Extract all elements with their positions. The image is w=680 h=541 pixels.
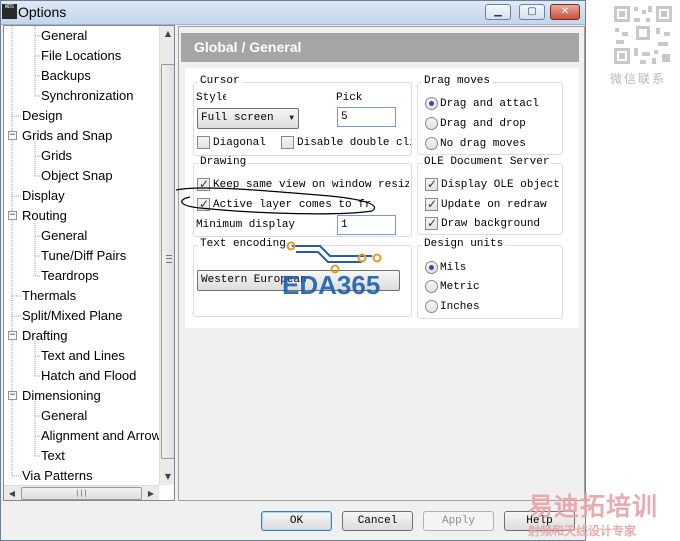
hand-drawn-underline [175,187,376,215]
qr-caption: 微信联系 [610,72,667,86]
brand-watermark: 易迪拓培训 [528,492,659,521]
qr-code-icon [612,4,674,66]
eda365-logo: EDA365 [282,270,381,300]
brand-tagline-watermark: 射频和天线设计专家 [528,524,637,538]
